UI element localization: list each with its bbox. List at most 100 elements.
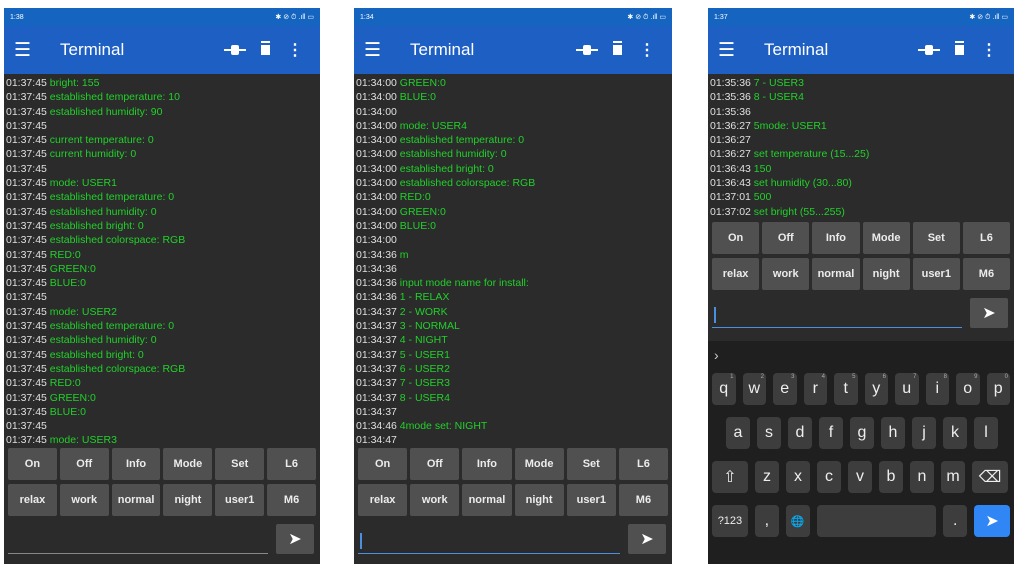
- log-timestamp: 01:34:00: [356, 162, 397, 175]
- key-g[interactable]: g: [850, 417, 874, 449]
- macro-button-normal[interactable]: normal: [812, 258, 860, 290]
- log-line: 01:37:45 GREEN:0: [6, 262, 320, 276]
- key-m[interactable]: m: [941, 461, 965, 493]
- macro-button-user1[interactable]: user1: [215, 484, 265, 516]
- key-s[interactable]: s: [757, 417, 781, 449]
- log-line: 01:34:00 BLUE:0: [356, 90, 672, 104]
- command-input[interactable]: [712, 300, 962, 328]
- macro-button-user1[interactable]: user1: [912, 258, 960, 290]
- key-v[interactable]: v: [848, 461, 872, 493]
- macro-button-set[interactable]: Set: [566, 448, 616, 480]
- macro-button-off[interactable]: Off: [59, 448, 109, 480]
- suggestion-toggle[interactable]: ›: [708, 341, 1014, 369]
- macro-button-set[interactable]: Set: [912, 222, 960, 254]
- send-button[interactable]: ➤: [276, 524, 314, 554]
- trash-icon[interactable]: [944, 42, 974, 58]
- macro-button-info[interactable]: Info: [111, 448, 161, 480]
- log-line: 01:34:37 4 - NIGHT: [356, 333, 672, 347]
- log-line: 01:34:36 m: [356, 248, 672, 262]
- key-n[interactable]: n: [910, 461, 934, 493]
- macro-button-on[interactable]: On: [8, 448, 57, 480]
- backspace-key-icon[interactable]: ⌫: [972, 461, 1008, 493]
- key-b[interactable]: b: [879, 461, 903, 493]
- macro-button-relax[interactable]: relax: [8, 484, 57, 516]
- menu-icon[interactable]: ☰: [364, 41, 390, 60]
- overflow-dots-icon[interactable]: ⋮: [974, 40, 1004, 60]
- macro-button-m6[interactable]: M6: [267, 484, 316, 516]
- key-y[interactable]: y6: [864, 373, 888, 405]
- macro-button-night[interactable]: night: [514, 484, 564, 516]
- macro-button-relax[interactable]: relax: [712, 258, 760, 290]
- connect-icon[interactable]: [220, 42, 250, 58]
- overflow-dots-icon[interactable]: ⋮: [280, 40, 310, 60]
- key-l[interactable]: l: [974, 417, 998, 449]
- space-key[interactable]: [816, 505, 937, 537]
- key-p[interactable]: p0: [986, 373, 1010, 405]
- macro-button-l6[interactable]: L6: [962, 222, 1011, 254]
- macro-button-off[interactable]: Off: [762, 222, 810, 254]
- key-r[interactable]: r4: [803, 373, 827, 405]
- send-button[interactable]: ➤: [628, 524, 666, 554]
- trash-icon[interactable]: [602, 42, 632, 58]
- key-o[interactable]: o9: [956, 373, 980, 405]
- connect-icon[interactable]: [572, 42, 602, 58]
- key-q[interactable]: q1: [712, 373, 736, 405]
- log-timestamp: 01:34:00: [356, 119, 397, 132]
- menu-icon[interactable]: ☰: [14, 41, 40, 60]
- key-x[interactable]: x: [786, 461, 810, 493]
- macro-button-off[interactable]: Off: [410, 448, 460, 480]
- button-row-1: On Off Info Mode Set L6: [4, 448, 320, 480]
- macro-button-work[interactable]: work: [410, 484, 460, 516]
- macro-button-mode[interactable]: Mode: [163, 448, 213, 480]
- log-line: 01:34:00 established bright: 0: [356, 162, 672, 176]
- macro-button-night[interactable]: night: [862, 258, 910, 290]
- macro-button-m6[interactable]: M6: [962, 258, 1011, 290]
- macro-button-night[interactable]: night: [163, 484, 213, 516]
- symbols-key[interactable]: ?123: [712, 505, 748, 537]
- macro-button-work[interactable]: work: [59, 484, 109, 516]
- key-t[interactable]: t5: [834, 373, 858, 405]
- macro-button-normal[interactable]: normal: [462, 484, 512, 516]
- log-timestamp: 01:34:00: [356, 191, 397, 204]
- command-input[interactable]: [358, 526, 620, 554]
- log-line: 01:37:45 RED:0: [6, 248, 320, 262]
- macro-button-l6[interactable]: L6: [618, 448, 669, 480]
- macro-button-mode[interactable]: Mode: [862, 222, 910, 254]
- globe-key-icon[interactable]: 🌐: [785, 505, 810, 537]
- key-u[interactable]: u7: [895, 373, 919, 405]
- enter-key-icon[interactable]: ➤: [974, 505, 1010, 537]
- macro-button-info[interactable]: Info: [812, 222, 860, 254]
- macro-button-relax[interactable]: relax: [358, 484, 408, 516]
- macro-button-set[interactable]: Set: [215, 448, 265, 480]
- overflow-dots-icon[interactable]: ⋮: [632, 40, 662, 60]
- command-input[interactable]: [8, 526, 268, 554]
- key-j[interactable]: j: [912, 417, 936, 449]
- key-f[interactable]: f: [819, 417, 843, 449]
- macro-button-m6[interactable]: M6: [618, 484, 669, 516]
- menu-icon[interactable]: ☰: [718, 41, 744, 60]
- connect-icon[interactable]: [914, 42, 944, 58]
- period-key[interactable]: .: [943, 505, 968, 537]
- send-button[interactable]: ➤: [970, 298, 1008, 328]
- key-i[interactable]: i8: [925, 373, 949, 405]
- log-message: 3 - NORMAL: [396, 320, 460, 333]
- key-c[interactable]: c: [817, 461, 841, 493]
- shift-key-icon[interactable]: ⇧: [712, 461, 748, 493]
- macro-button-on[interactable]: On: [358, 448, 408, 480]
- macro-button-mode[interactable]: Mode: [514, 448, 564, 480]
- macro-button-user1[interactable]: user1: [566, 484, 616, 516]
- trash-icon[interactable]: [250, 42, 280, 58]
- key-z[interactable]: z: [755, 461, 779, 493]
- key-k[interactable]: k: [943, 417, 967, 449]
- key-a[interactable]: a: [726, 417, 750, 449]
- macro-button-info[interactable]: Info: [462, 448, 512, 480]
- macro-button-work[interactable]: work: [762, 258, 810, 290]
- key-d[interactable]: d: [788, 417, 812, 449]
- key-h[interactable]: h: [881, 417, 905, 449]
- comma-key[interactable]: ,: [754, 505, 779, 537]
- macro-button-on[interactable]: On: [712, 222, 760, 254]
- key-e[interactable]: e3: [773, 373, 797, 405]
- macro-button-normal[interactable]: normal: [111, 484, 161, 516]
- macro-button-l6[interactable]: L6: [267, 448, 316, 480]
- key-w[interactable]: w2: [742, 373, 766, 405]
